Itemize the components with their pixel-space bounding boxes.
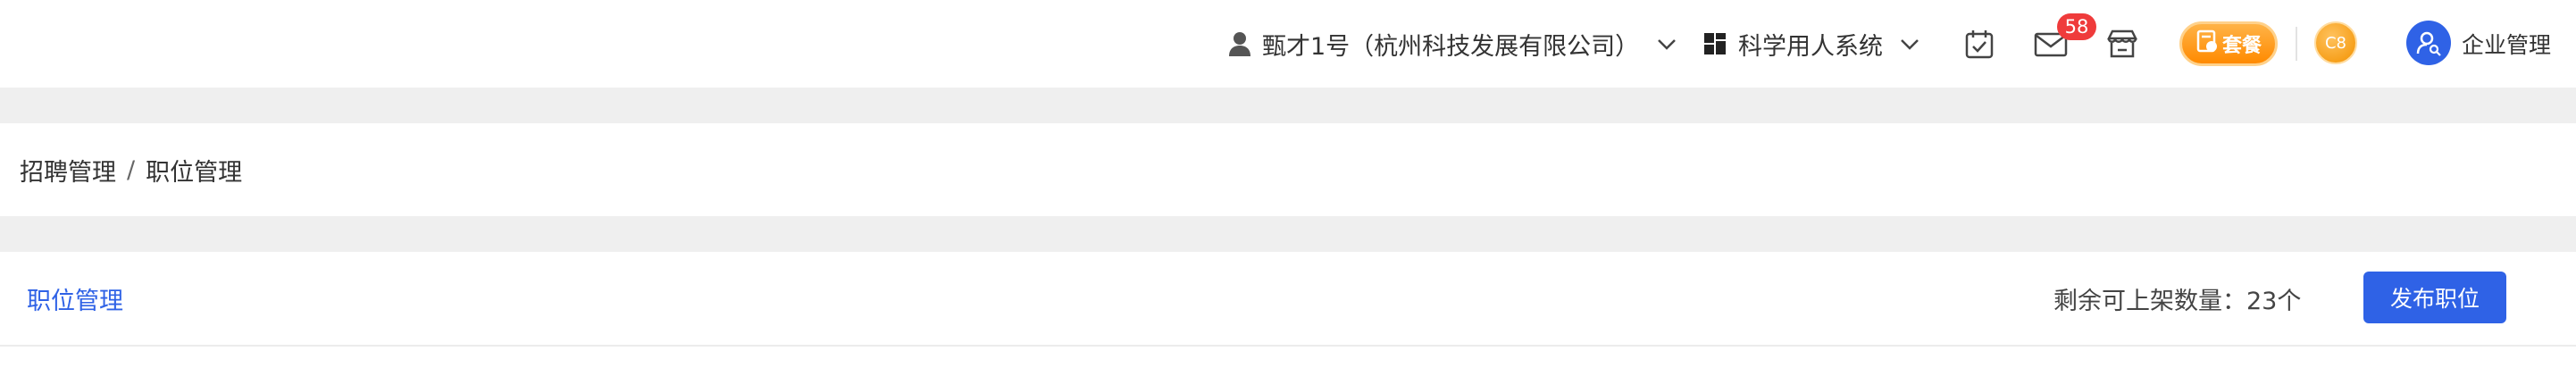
grid-icon xyxy=(1702,0,1727,88)
remaining-count: 剩余可上架数量：23个 xyxy=(2053,287,2302,315)
system-name[interactable]: 科学用人系统 xyxy=(1738,0,1883,88)
chevron-down-icon[interactable] xyxy=(1897,0,1922,88)
mail-icon[interactable] xyxy=(2033,0,2069,88)
company-name[interactable]: 甄才1号（杭州科技发展有限公司） xyxy=(1262,0,1639,88)
breadcrumb-card: 招聘管理 / 职位管理 xyxy=(0,123,2576,216)
header-divider xyxy=(2296,27,2297,61)
coin-label: C8 xyxy=(2324,33,2347,53)
top-header: 甄才1号（杭州科技发展有限公司） 科学用人系统 58 套餐 C8 企业管理 xyxy=(0,0,2576,88)
user-icon xyxy=(1227,0,1252,88)
mail-count-badge: 58 xyxy=(2057,13,2096,40)
breadcrumb-separator: / xyxy=(127,155,136,184)
calendar-check-icon[interactable] xyxy=(1963,0,1995,88)
package-button[interactable]: 套餐 xyxy=(2179,21,2278,66)
content-divider xyxy=(0,345,2576,347)
chevron-down-icon[interactable] xyxy=(1654,0,1679,88)
package-icon xyxy=(2195,29,2219,59)
breadcrumb: 招聘管理 / 职位管理 xyxy=(20,123,242,216)
user-search-icon[interactable] xyxy=(2406,21,2451,65)
coin-icon[interactable]: C8 xyxy=(2314,21,2357,64)
package-label: 套餐 xyxy=(2221,35,2262,57)
breadcrumb-item-positions: 职位管理 xyxy=(146,158,243,187)
section-title: 职位管理 xyxy=(27,287,123,315)
enterprise-management-link[interactable]: 企业管理 xyxy=(2462,0,2551,88)
store-icon[interactable] xyxy=(2104,0,2140,88)
breadcrumb-item-recruitment[interactable]: 招聘管理 xyxy=(20,153,116,188)
publish-position-button[interactable]: 发布职位 xyxy=(2363,272,2506,323)
